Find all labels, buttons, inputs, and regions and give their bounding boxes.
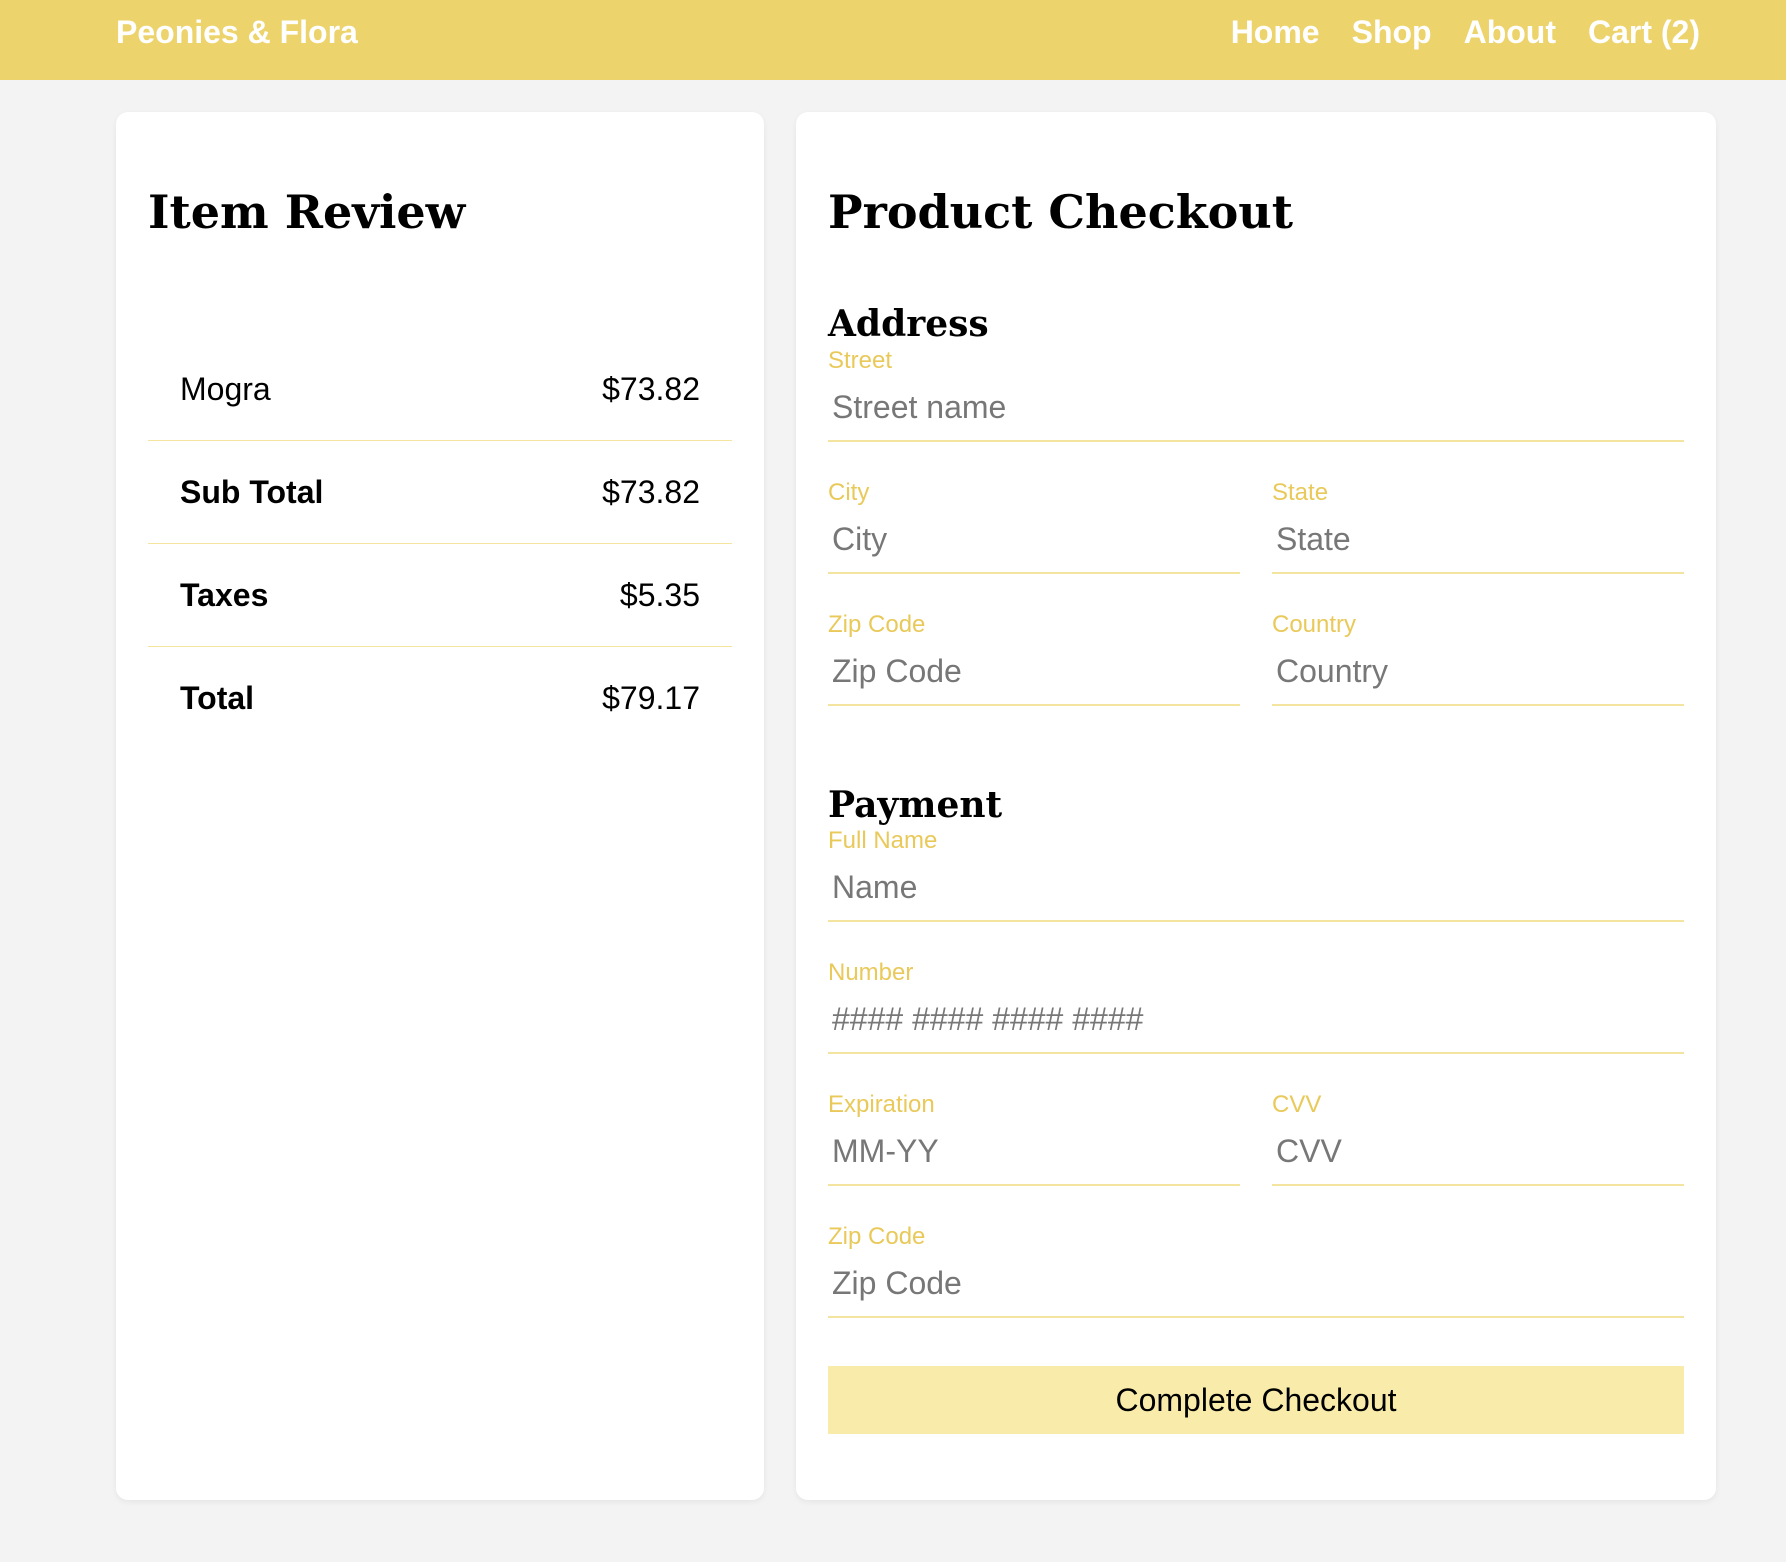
full-name-label: Full Name [828, 827, 938, 854]
review-row-value: $5.35 [619, 576, 700, 613]
review-row-taxes: Taxes $5.35 [148, 544, 732, 647]
review-row-label: Total [180, 680, 255, 716]
card-number-input[interactable] [828, 996, 1684, 1054]
review-row-value: $73.82 [602, 473, 700, 510]
review-row-value: $73.82 [602, 370, 700, 407]
country-field: Country [1272, 610, 1684, 706]
nav-cart-link[interactable]: Cart (2) [1588, 12, 1700, 52]
city-input[interactable] [828, 516, 1240, 574]
state-label: State [1272, 479, 1329, 506]
cvv-field: CVV [1272, 1090, 1684, 1186]
full-name-field: Full Name [828, 826, 1684, 922]
street-input[interactable] [828, 384, 1684, 442]
nav-shop-link[interactable]: Shop [1352, 12, 1432, 52]
address-zip-label: Zip Code [828, 611, 926, 638]
nav-about-link[interactable]: About [1464, 12, 1556, 52]
address-zip-field: Zip Code [828, 610, 1240, 706]
state-input[interactable] [1272, 516, 1684, 574]
card-number-field: Number [828, 958, 1684, 1054]
item-review-title: Item Review [148, 185, 466, 239]
expiration-label: Expiration [828, 1091, 935, 1118]
city-label: City [828, 479, 870, 506]
address-zip-input[interactable] [828, 648, 1240, 706]
top-navbar: Peonies & Flora Home Shop About Cart (2) [0, 0, 1786, 80]
review-row-total: Total $79.17 [148, 647, 732, 750]
country-input[interactable] [1272, 648, 1684, 706]
city-field: City [828, 478, 1240, 574]
nav-links: Home Shop About Cart (2) [1231, 12, 1700, 52]
payment-zip-label: Zip Code [828, 1223, 926, 1250]
review-row-value: $79.17 [602, 680, 700, 716]
country-label: Country [1272, 611, 1357, 638]
full-name-input[interactable] [828, 864, 1684, 922]
cvv-input[interactable] [1272, 1128, 1684, 1186]
item-review-card: Item Review Mogra $73.82 Sub Total $73.8… [116, 112, 764, 1500]
nav-home-link[interactable]: Home [1231, 12, 1320, 52]
state-field: State [1272, 478, 1684, 574]
address-heading: Address [828, 302, 989, 345]
expiration-field: Expiration [828, 1090, 1240, 1186]
card-number-label: Number [828, 959, 914, 986]
product-checkout-title: Product Checkout [828, 185, 1293, 239]
review-list: Mogra $73.82 Sub Total $73.82 Taxes $5.3… [148, 338, 732, 750]
expiration-input[interactable] [828, 1128, 1240, 1186]
cvv-label: CVV [1272, 1091, 1322, 1118]
review-row-subtotal: Sub Total $73.82 [148, 441, 732, 544]
review-row-label: Sub Total [180, 473, 324, 510]
street-field: Street [828, 346, 1684, 442]
review-row-label: Taxes [180, 576, 269, 613]
payment-heading: Payment [828, 783, 1003, 826]
review-row-item: Mogra $73.82 [148, 338, 732, 441]
payment-zip-input[interactable] [828, 1260, 1684, 1318]
brand-logo-link[interactable]: Peonies & Flora [116, 12, 358, 52]
review-row-label: Mogra [180, 370, 271, 407]
payment-zip-field: Zip Code [828, 1222, 1684, 1318]
street-label: Street [828, 347, 893, 374]
product-checkout-card: Product Checkout Address Street City Sta… [796, 112, 1716, 1500]
complete-checkout-button[interactable]: Complete Checkout [828, 1366, 1684, 1434]
